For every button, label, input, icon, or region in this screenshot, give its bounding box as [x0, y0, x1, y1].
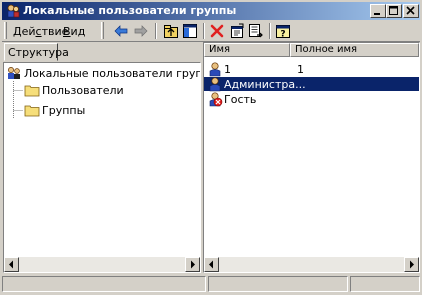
- user-icon: [209, 62, 221, 77]
- status-cell: [2, 276, 206, 292]
- minimize-button[interactable]: [370, 4, 386, 18]
- left-arrow-icon: [209, 260, 213, 269]
- tree-lines: [13, 81, 23, 118]
- scroll-left-button[interactable]: [4, 257, 19, 272]
- tree-item-users-label: Пользователи: [42, 83, 124, 97]
- folder-icon: [24, 85, 40, 97]
- tree-item-users[interactable]: Пользователи: [24, 83, 124, 97]
- tree-hscrollbar[interactable]: [4, 257, 200, 272]
- menu-view[interactable]: Вид: [63, 25, 85, 38]
- forward-arrow-icon[interactable]: [133, 23, 149, 39]
- back-arrow-icon[interactable]: [113, 23, 129, 39]
- tab-strip: Структура: [2, 42, 202, 62]
- tab-structure[interactable]: Структура: [4, 43, 69, 61]
- list-row[interactable]: Администра...: [204, 77, 419, 92]
- tree-pane: Локальные пользователи группы (лок Польз…: [3, 62, 201, 273]
- close-button[interactable]: [403, 4, 419, 18]
- tree-root-label: Локальные пользователи группы (лок: [24, 66, 200, 80]
- disabled-user-icon: [209, 92, 223, 107]
- minimize-icon: [374, 13, 380, 15]
- status-cell: [350, 276, 420, 292]
- toolbar-separator: [203, 23, 205, 39]
- column-header-fullname[interactable]: Полное имя: [290, 43, 419, 57]
- row-full-name: 1: [297, 63, 304, 76]
- export-list-icon[interactable]: [248, 23, 264, 39]
- list-hscrollbar[interactable]: [204, 257, 419, 272]
- left-arrow-icon: [9, 260, 13, 269]
- scroll-right-button[interactable]: [185, 257, 200, 272]
- row-name: 1: [224, 63, 231, 76]
- menu-grip[interactable]: [4, 22, 7, 39]
- tree-root[interactable]: Локальные пользователи группы (лок: [6, 65, 200, 81]
- toolbar: Действие Вид ?: [2, 21, 420, 42]
- list-pane: Имя Полное имя 1 1 Администра... Гость: [203, 42, 420, 273]
- status-bar: [2, 275, 420, 293]
- window: Локальные пользователи группы Действие В…: [0, 0, 422, 295]
- toolbar-separator: [155, 23, 157, 39]
- user-icon: [209, 77, 221, 92]
- title-bar[interactable]: Локальные пользователи группы: [2, 2, 420, 20]
- tab-structure-label: Структура: [8, 46, 69, 59]
- svg-text:?: ?: [280, 30, 285, 40]
- menu-view-label-b: ид: [70, 25, 86, 38]
- right-arrow-icon: [191, 260, 195, 269]
- app-icon: [7, 4, 20, 18]
- help-icon[interactable]: ?: [275, 23, 291, 39]
- tree-item-groups[interactable]: Группы: [24, 103, 85, 117]
- tree-item-groups-label: Группы: [42, 103, 86, 117]
- status-cell: [208, 276, 348, 292]
- show-hide-tree-icon[interactable]: [182, 23, 198, 39]
- column-header-name[interactable]: Имя: [204, 43, 290, 57]
- column-header-name-label: Имя: [209, 44, 231, 55]
- window-title: Локальные пользователи группы: [23, 4, 237, 17]
- toolbar-grip[interactable]: [101, 22, 104, 39]
- folder-icon: [24, 105, 40, 117]
- up-level-icon[interactable]: [163, 23, 179, 39]
- delete-icon[interactable]: [209, 23, 225, 39]
- row-name: Гость: [224, 93, 257, 106]
- menu-action-label-a: Дей: [13, 25, 36, 38]
- row-name: Администра...: [224, 78, 306, 91]
- scroll-right-button[interactable]: [404, 257, 419, 272]
- scroll-left-button[interactable]: [204, 257, 219, 272]
- list-row[interactable]: Гость: [204, 92, 419, 107]
- list-row[interactable]: 1 1: [204, 62, 419, 77]
- maximize-button[interactable]: [386, 4, 402, 18]
- maximize-icon: [389, 6, 398, 15]
- menu-action[interactable]: Действие: [13, 25, 68, 38]
- toolbar-separator: [269, 23, 271, 39]
- right-arrow-icon: [410, 260, 414, 269]
- column-header-fullname-label: Полное имя: [295, 44, 358, 55]
- menu-view-label-a: В: [63, 25, 71, 38]
- properties-icon[interactable]: [229, 23, 245, 39]
- close-icon: [406, 6, 415, 15]
